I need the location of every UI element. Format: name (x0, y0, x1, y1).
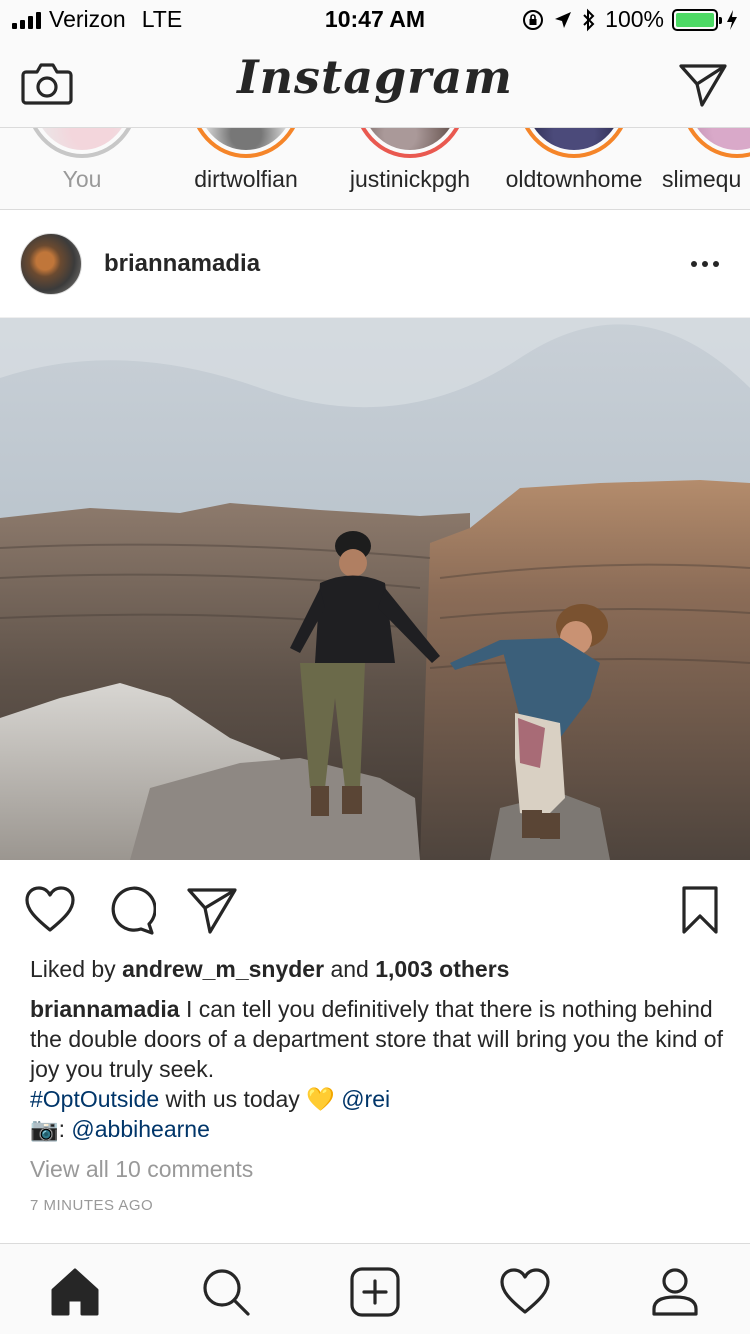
network-type: LTE (141, 6, 183, 32)
post-caption: briannamadia I can tell you definitively… (30, 994, 730, 1144)
caption-mid: with us today (165, 1086, 300, 1112)
post-photo[interactable] (0, 318, 750, 860)
status-right: 100% (521, 6, 738, 33)
liked-by-user[interactable]: andrew_m_snyder (122, 956, 324, 982)
story-dirtwolfian[interactable]: dirtwolfian (171, 128, 321, 209)
post-timestamp: 7 MINUTES AGO (30, 1197, 154, 1214)
share-icon[interactable] (186, 884, 238, 936)
like-heart-icon[interactable] (24, 884, 76, 936)
signal-strength-icon (12, 11, 41, 29)
status-bar: Verizon LTE 10:47 AM 100% (0, 0, 750, 40)
photo-credit-separator: : (58, 1116, 66, 1142)
bookmark-icon[interactable] (674, 884, 726, 936)
charging-bolt-icon (727, 9, 737, 30)
camera-emoji: 📷 (30, 1116, 59, 1142)
bluetooth-icon (583, 8, 595, 31)
mention-photographer[interactable]: @abbihearne (71, 1116, 209, 1142)
story-slimequ[interactable]: slimequ (662, 128, 750, 209)
post-header: briannamadia (0, 210, 750, 318)
instagram-logo[interactable]: Instagram (0, 50, 750, 104)
stories-tray[interactable]: You dirtwolfian justinickpgh oldtownhome… (0, 128, 750, 210)
post-image (0, 318, 750, 860)
orientation-lock-icon (523, 9, 544, 30)
activity-heart-icon[interactable] (497, 1264, 553, 1320)
likes-summary[interactable]: Liked by andrew_m_snyder and 1,003 other… (30, 956, 509, 983)
carrier-name: Verizon (49, 6, 126, 32)
location-arrow-icon (555, 11, 572, 28)
likes-others[interactable]: 1,003 others (375, 956, 509, 982)
battery-percent: 100% (605, 6, 664, 32)
likes-conjunction: and (330, 956, 369, 982)
bottom-tab-bar (0, 1243, 750, 1334)
battery-icon (672, 8, 722, 31)
caption-username[interactable]: briannamadia (30, 996, 180, 1022)
story-label: justinickpgh (349, 166, 471, 192)
status-left: Verizon LTE (12, 6, 182, 33)
avatar[interactable] (20, 233, 82, 295)
home-icon[interactable] (47, 1264, 103, 1320)
post-actions (0, 860, 750, 956)
new-post-icon[interactable] (347, 1264, 403, 1320)
story-label: slimequ (662, 166, 742, 192)
story-label: oldtownhome (505, 166, 643, 192)
more-options-icon[interactable] (680, 244, 730, 284)
story-justinickpgh[interactable]: justinickpgh (335, 128, 485, 209)
top-nav-bar: Instagram (0, 40, 750, 128)
story-label: dirtwolfian (194, 166, 298, 192)
comment-icon[interactable] (104, 884, 156, 936)
story-you[interactable]: You (7, 128, 157, 209)
search-icon[interactable] (198, 1264, 254, 1320)
story-label: You (62, 166, 102, 192)
view-comments-link[interactable]: View all 10 comments (30, 1156, 253, 1183)
profile-icon[interactable] (647, 1264, 703, 1320)
yellow-heart-emoji: 💛 (306, 1086, 335, 1112)
post-username[interactable]: briannamadia (104, 250, 260, 278)
hashtag-link[interactable]: #OptOutside (30, 1086, 159, 1112)
battery-level (676, 12, 714, 27)
story-oldtownhome[interactable]: oldtownhome (499, 128, 649, 209)
likes-prefix: Liked by (30, 956, 116, 982)
mention-rei[interactable]: @rei (341, 1086, 390, 1112)
direct-message-icon[interactable] (678, 62, 728, 108)
